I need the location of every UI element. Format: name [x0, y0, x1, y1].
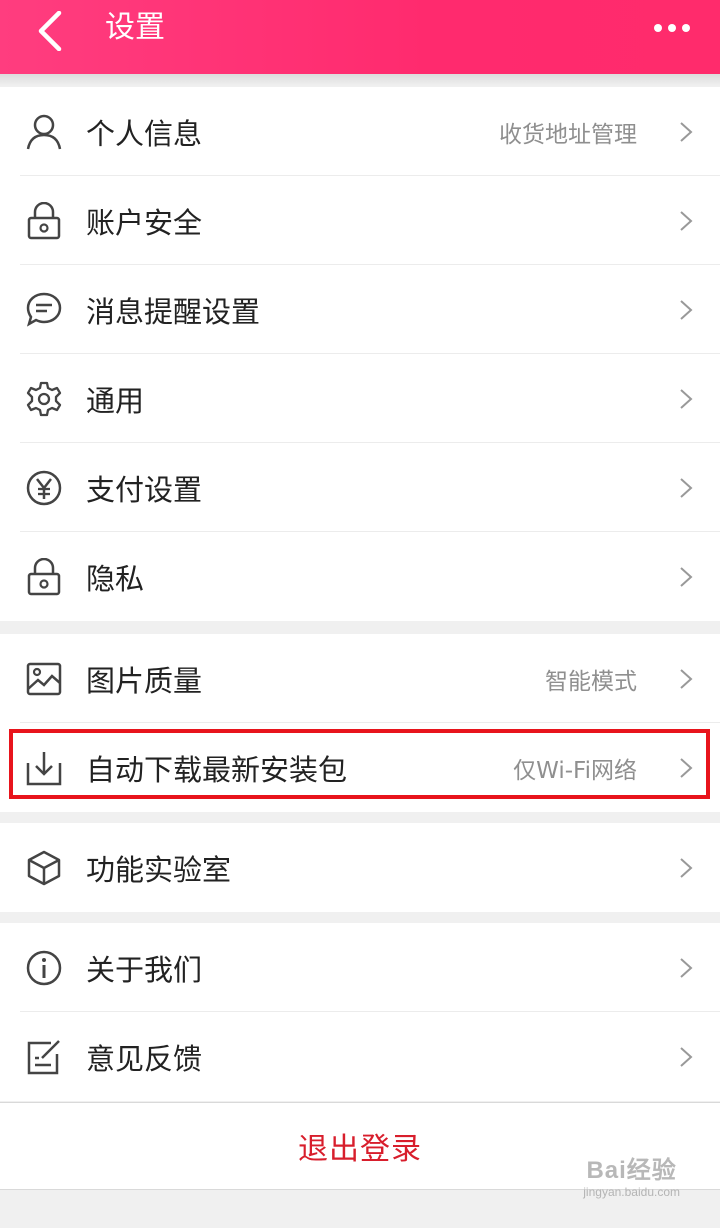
lock-icon	[24, 201, 64, 241]
gear-icon	[24, 379, 64, 419]
top-bar: 设置	[0, 0, 720, 74]
chevron-right-icon	[680, 566, 693, 587]
settings-group-about: 关于我们 意见反馈	[0, 923, 720, 1101]
baidu-watermark: Bai经验 jingyan.baidu.com	[583, 1150, 680, 1199]
message-icon	[24, 290, 64, 330]
logout-label: 退出登录	[298, 1132, 422, 1167]
row-label: 通用	[86, 383, 145, 418]
row-label: 隐私	[86, 561, 145, 596]
chevron-left-icon	[38, 11, 62, 51]
row-label: 自动下载最新安装包	[86, 752, 348, 787]
row-personal-info[interactable]: 个人信息 收货地址管理	[0, 87, 720, 176]
row-feature-lab[interactable]: 功能实验室	[0, 823, 720, 912]
chevron-right-icon	[680, 668, 693, 689]
row-label: 账户安全	[86, 205, 203, 240]
row-about-us[interactable]: 关于我们	[0, 923, 720, 1012]
settings-group-media: 图片质量 智能模式 自动下载最新安装包 仅Wi-Fi网络	[0, 634, 720, 812]
feedback-icon	[24, 1037, 64, 1077]
image-icon	[24, 659, 64, 699]
cube-icon	[24, 848, 64, 888]
chevron-right-icon	[680, 1046, 693, 1067]
page-title: 设置	[105, 10, 165, 45]
chevron-right-icon	[680, 210, 693, 231]
more-icon	[654, 24, 690, 32]
chevron-right-icon	[680, 957, 693, 978]
row-label: 支付设置	[86, 472, 203, 507]
row-value: 收货地址管理	[499, 121, 637, 148]
row-label: 图片质量	[86, 663, 203, 698]
row-label: 功能实验室	[86, 852, 232, 887]
watermark-sub: jingyan.baidu.com	[583, 1185, 680, 1199]
back-button[interactable]	[20, 4, 80, 58]
row-label: 意见反馈	[86, 1041, 203, 1076]
row-value: 智能模式	[545, 668, 637, 695]
row-account-security[interactable]: 账户安全	[0, 176, 720, 265]
more-button[interactable]	[642, 8, 702, 48]
row-payment-settings[interactable]: 支付设置	[0, 443, 720, 532]
row-feedback[interactable]: 意见反馈	[0, 1012, 720, 1101]
yen-icon	[24, 468, 64, 508]
lock-icon	[24, 557, 64, 597]
row-general[interactable]: 通用	[0, 354, 720, 443]
header-shadow	[0, 74, 720, 86]
download-icon	[24, 748, 64, 788]
chevron-right-icon	[680, 477, 693, 498]
row-label: 消息提醒设置	[86, 294, 261, 329]
row-image-quality[interactable]: 图片质量 智能模式	[0, 634, 720, 723]
row-value: 仅Wi-Fi网络	[513, 757, 637, 784]
settings-group-lab: 功能实验室	[0, 823, 720, 912]
info-icon	[24, 948, 64, 988]
row-message-settings[interactable]: 消息提醒设置	[0, 265, 720, 354]
chevron-right-icon	[680, 388, 693, 409]
watermark-main: Bai经验	[586, 1157, 677, 1184]
chevron-right-icon	[680, 857, 693, 878]
chevron-right-icon	[680, 121, 693, 142]
person-icon	[24, 112, 64, 152]
row-label: 个人信息	[86, 116, 203, 151]
row-auto-download[interactable]: 自动下载最新安装包 仅Wi-Fi网络	[0, 723, 720, 812]
row-privacy[interactable]: 隐私	[0, 532, 720, 621]
chevron-right-icon	[680, 757, 693, 778]
chevron-right-icon	[680, 299, 693, 320]
row-label: 关于我们	[86, 952, 203, 987]
settings-group-account: 个人信息 收货地址管理 账户安全 消息提醒设置 通用 支付设置 隐私	[0, 87, 720, 621]
